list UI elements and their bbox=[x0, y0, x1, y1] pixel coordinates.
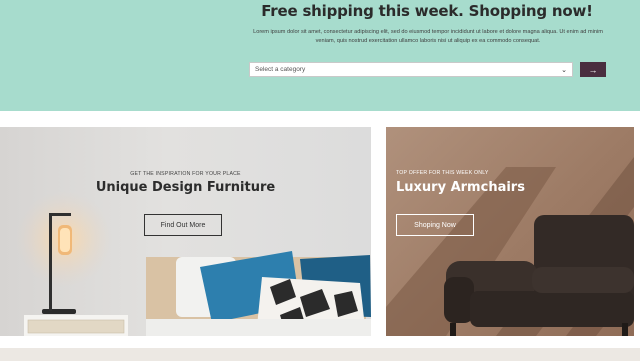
shop-now-button[interactable]: Shoping Now bbox=[396, 214, 474, 236]
arrow-right-icon: → bbox=[588, 64, 598, 75]
hero-title: Free shipping this week. Shopping now! bbox=[261, 2, 593, 20]
category-go-button[interactable]: → bbox=[580, 62, 606, 77]
promo-card-furniture: GET THE INSPIRATION FOR YOUR PLACE Uniqu… bbox=[0, 127, 371, 336]
hero-banner: Free shipping this week. Shopping now! L… bbox=[0, 0, 640, 111]
promo-card-armchairs: TOP OFFER FOR THIS WEEK ONLY Luxury Armc… bbox=[386, 127, 634, 336]
promo-subtitle: GET THE INSPIRATION FOR YOUR PLACE bbox=[130, 171, 241, 177]
hero-description: Lorem ipsum dolor sit amet, consectetur … bbox=[253, 29, 603, 44]
category-select[interactable]: Select a category ⌄ bbox=[249, 62, 573, 77]
next-section-edge bbox=[0, 348, 640, 361]
find-out-more-button[interactable]: Find Out More bbox=[144, 214, 222, 236]
promo-title: Unique Design Furniture bbox=[95, 180, 276, 195]
chevron-down-icon: ⌄ bbox=[561, 66, 567, 74]
promo-title: Luxury Armchairs bbox=[396, 180, 525, 195]
category-select-label: Select a category bbox=[255, 66, 306, 73]
promo-subtitle: TOP OFFER FOR THIS WEEK ONLY bbox=[396, 170, 489, 176]
